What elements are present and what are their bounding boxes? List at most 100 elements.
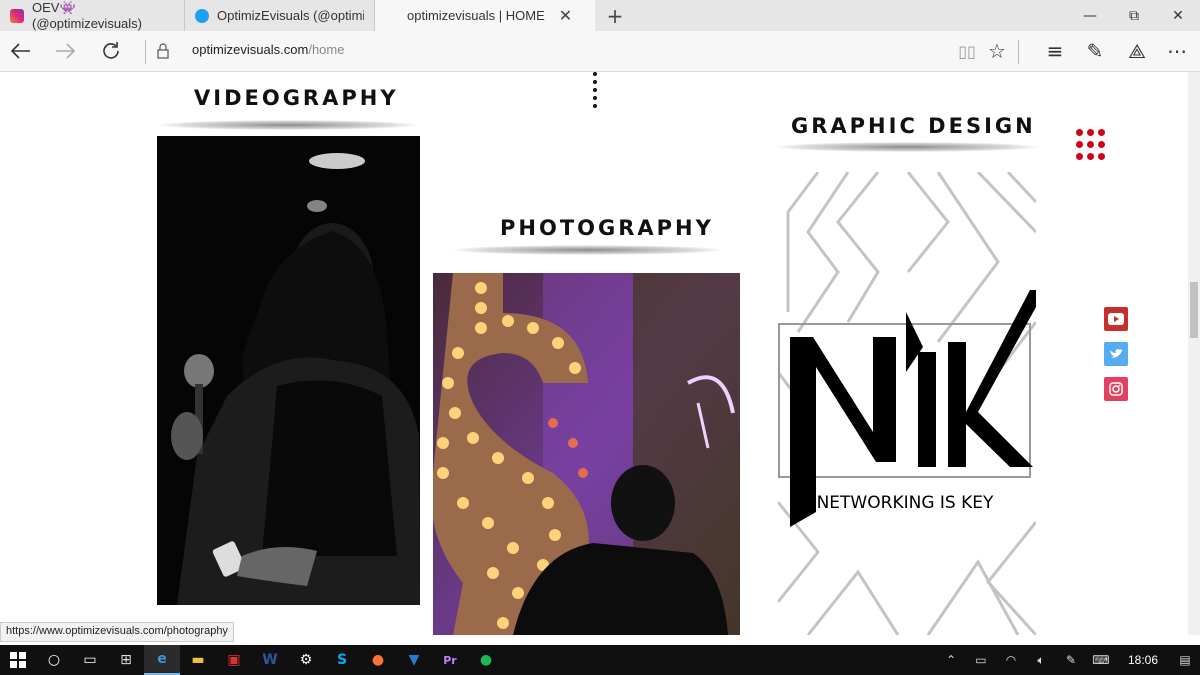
heading-underline: [158, 120, 418, 130]
twitter-icon: [195, 8, 209, 23]
app-button[interactable]: ▼: [396, 645, 432, 675]
graphic-design-heading[interactable]: GRAPHIC DESIGN: [791, 114, 1036, 138]
status-url: https://www.optimizevisuals.com/photogra…: [0, 622, 234, 642]
scrollbar-thumb[interactable]: [1190, 282, 1198, 338]
twitter-icon: [1110, 349, 1122, 358]
instagram-icon: [1109, 382, 1123, 396]
restore-button[interactable]: ⧉: [1112, 0, 1156, 31]
cortana-button[interactable]: ○: [36, 645, 72, 675]
app-button[interactable]: ▣: [216, 645, 252, 675]
task-view-icon: ▭: [83, 652, 97, 668]
system-tray: ⌃ ▭ ◠ 🔈︎ ✎ ⌨ 18:06 ▤: [936, 645, 1200, 675]
url-field[interactable]: optimizevisuals.com/home: [192, 42, 344, 57]
store-button[interactable]: ⊞: [108, 645, 144, 675]
instagram-link[interactable]: [1104, 377, 1128, 401]
word-icon: W: [262, 652, 278, 668]
tab-label: optimizevisuals | HOME: [407, 8, 545, 23]
photography-image[interactable]: [433, 273, 740, 635]
tab-twitter[interactable]: OptimizEvisuals (@optimize: [185, 0, 375, 31]
refresh-button[interactable]: [96, 37, 126, 65]
pen-icon[interactable]: ✎: [1056, 653, 1086, 667]
star-icon: ☆: [988, 39, 1006, 63]
back-arrow-icon: [11, 43, 30, 59]
battery-icon[interactable]: ▭: [966, 653, 996, 667]
tab-label: OEV👾 (@optimizevisuals): [32, 0, 142, 31]
start-button[interactable]: [0, 645, 36, 675]
media-app-icon: ▣: [227, 652, 241, 668]
logo-tagline: NETWORKING IS KEY: [817, 493, 994, 513]
minimize-button[interactable]: —: [1068, 0, 1112, 31]
premiere-icon: Pr: [443, 653, 457, 667]
folder-icon: ▬: [191, 652, 205, 668]
page-content: VIDEOGRAPHY PHOTOGRAPHY GRAPHIC DESIGN N…: [0, 72, 1188, 635]
spotify-button[interactable]: ●: [468, 645, 504, 675]
wifi-icon[interactable]: ◠: [996, 653, 1026, 667]
skype-button[interactable]: S: [324, 645, 360, 675]
gear-icon: ⚙: [299, 652, 313, 668]
share-button[interactable]: ⟁: [1122, 37, 1152, 65]
instagram-icon: [10, 8, 24, 23]
menu-dots-icon[interactable]: [1076, 129, 1110, 160]
tab-instagram[interactable]: OEV👾 (@optimizevisuals): [0, 0, 185, 31]
heading-underline: [452, 245, 722, 255]
vertical-dots: [593, 72, 597, 112]
divider: [1018, 40, 1019, 64]
file-explorer-button[interactable]: ▬: [180, 645, 216, 675]
hub-icon: ≡: [1046, 39, 1064, 63]
url-host: optimizevisuals.com: [192, 42, 309, 57]
twitter-link[interactable]: [1104, 342, 1128, 366]
settings-button[interactable]: ⚙: [288, 645, 324, 675]
photography-heading[interactable]: PHOTOGRAPHY: [500, 216, 714, 240]
videography-heading[interactable]: VIDEOGRAPHY: [194, 86, 399, 110]
notifications-icon[interactable]: ▤: [1170, 653, 1200, 667]
address-bar: optimizevisuals.com/home ▯▯ ☆ ≡ ✎ ⟁ ⋯: [0, 31, 1200, 72]
graphic-design-image[interactable]: NETWORKING IS KEY: [778, 172, 1036, 635]
premiere-button[interactable]: Pr: [432, 645, 468, 675]
firefox-button[interactable]: ●: [360, 645, 396, 675]
tab-home[interactable]: optimizevisuals | HOME ✕: [375, 0, 595, 31]
keyboard-icon[interactable]: ⌨: [1086, 653, 1116, 667]
close-button[interactable]: ✕: [1156, 0, 1200, 31]
youtube-link[interactable]: [1104, 307, 1128, 331]
refresh-icon: [103, 42, 119, 59]
window-controls: — ⧉ ✕: [1068, 0, 1200, 31]
hub-button[interactable]: ≡: [1040, 37, 1070, 65]
tab-label: OptimizEvisuals (@optimize: [217, 8, 364, 23]
taskbar: ○ ▭ ⊞ e ▬ ▣ W ⚙ S ● ▼ Pr ● ⌃ ▭ ◠ 🔈︎ ✎ ⌨ …: [0, 645, 1200, 675]
tab-bar: OEV👾 (@optimizevisuals) OptimizEvisuals …: [0, 0, 1200, 31]
pen-icon: ✎: [1086, 39, 1104, 63]
lock-icon: [157, 43, 169, 59]
share-icon: ⟁: [1128, 39, 1146, 63]
skype-icon: S: [336, 652, 348, 668]
edge-button[interactable]: e: [144, 645, 180, 675]
page-scrollbar[interactable]: [1188, 72, 1200, 635]
spotify-icon: ●: [479, 652, 493, 668]
volume-icon[interactable]: 🔈︎: [1026, 653, 1056, 668]
word-button[interactable]: W: [252, 645, 288, 675]
forward-arrow-icon: [56, 43, 75, 59]
chevron-up-icon[interactable]: ⌃: [936, 653, 966, 667]
web-note-button[interactable]: ✎: [1080, 37, 1110, 65]
download-app-icon: ▼: [408, 652, 420, 668]
clock[interactable]: 18:06: [1116, 653, 1170, 667]
heading-underline: [775, 142, 1040, 152]
book-icon: ▯▯: [958, 41, 976, 61]
forward-button[interactable]: [50, 37, 80, 65]
edge-icon: e: [157, 651, 167, 667]
more-button[interactable]: ⋯: [1162, 37, 1192, 65]
cortana-icon: ○: [47, 652, 61, 668]
windows-icon: [10, 652, 26, 668]
store-icon: ⊞: [120, 652, 132, 668]
more-icon: ⋯: [1167, 39, 1187, 63]
close-tab-icon[interactable]: ✕: [559, 6, 572, 26]
videography-image[interactable]: [157, 136, 420, 605]
url-path: /home: [308, 42, 345, 57]
task-view-button[interactable]: ▭: [72, 645, 108, 675]
favorite-button[interactable]: ☆: [982, 37, 1012, 65]
new-tab-button[interactable]: +: [595, 0, 635, 31]
reading-view-button[interactable]: ▯▯: [952, 37, 982, 65]
firefox-icon: ●: [371, 652, 385, 668]
divider: [145, 40, 146, 64]
youtube-icon: [1108, 313, 1124, 325]
back-button[interactable]: [6, 37, 36, 65]
